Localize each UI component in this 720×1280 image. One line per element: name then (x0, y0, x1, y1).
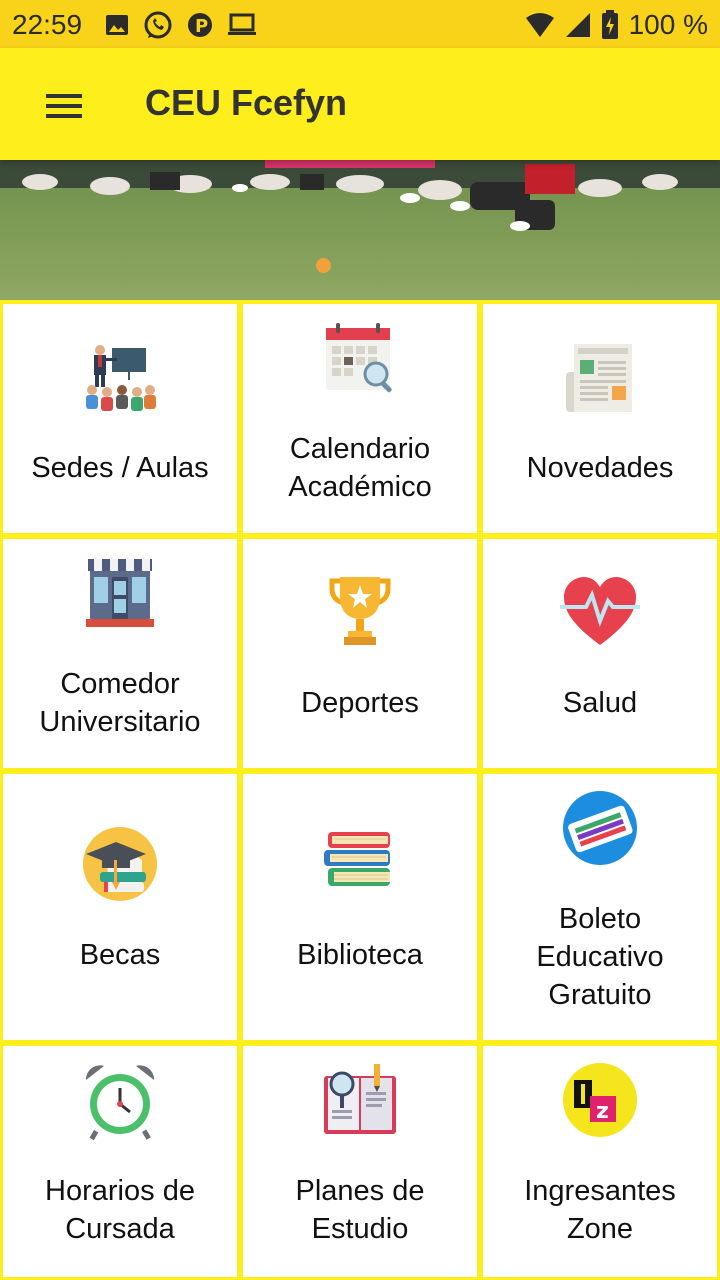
gallery-notification-icon (106, 15, 128, 35)
tile-comedor-universitario[interactable]: Comedor Universitario (0, 536, 240, 771)
tile-label: Sedes / Aulas (31, 452, 209, 484)
tile-label: Deportes (301, 687, 419, 719)
menu-icon[interactable] (38, 86, 90, 126)
laptop-notification-icon (228, 13, 256, 35)
tile-label: Calendario Académico (288, 433, 432, 503)
menu-grid: Sedes / Aulas Calendario Académico Noved… (0, 301, 720, 1280)
tile-label: Salud (562, 687, 638, 719)
tile-label: Becas (79, 939, 161, 971)
whatsapp-notification-icon (144, 11, 172, 39)
tile-horarios-de-cursada[interactable]: Horarios de Cursada (0, 1043, 240, 1280)
tile-calendario-academico[interactable]: Calendario Académico (240, 301, 480, 536)
wifi-icon (525, 13, 554, 37)
svg-text:P: P (195, 16, 208, 37)
tile-deportes[interactable]: Deportes (240, 536, 480, 771)
alarm-clock-icon (85, 1065, 155, 1141)
iz-logo-icon: z (563, 1063, 637, 1137)
tile-salud[interactable]: Salud (480, 536, 720, 771)
books-icon (324, 832, 390, 886)
study-plan-icon (324, 1064, 396, 1134)
calendar-icon (326, 323, 392, 393)
tile-planes-de-estudio[interactable]: Planes de Estudio (240, 1043, 480, 1280)
tile-becas[interactable]: Becas (0, 771, 240, 1043)
tile-label: Horarios de Cursada (45, 1175, 195, 1245)
tile-label: Comedor Universitario (39, 668, 201, 738)
status-bar: 22:59 P 100 % (0, 0, 720, 48)
tile-ingresantes-zone[interactable]: z Ingresantes Zone (480, 1043, 720, 1280)
tile-label: Biblioteca (297, 939, 423, 971)
status-time: 22:59 (12, 9, 83, 40)
ticket-card-icon (563, 791, 637, 865)
tile-label: Planes de Estudio (295, 1175, 425, 1245)
battery-icon (601, 10, 618, 39)
tile-biblioteca[interactable]: Biblioteca (240, 771, 480, 1043)
tile-boleto-educativo-gratuito[interactable]: Boleto Educativo Gratuito (480, 771, 720, 1043)
status-right: 100 % (525, 9, 708, 41)
tile-label: Boleto Educativo Gratuito (536, 903, 664, 1011)
battery-level: 100 % (628, 9, 708, 40)
storefront-icon (86, 559, 154, 627)
heart-icon (560, 577, 640, 645)
parking-notification-icon: P (188, 13, 212, 37)
banner-photo (0, 160, 720, 300)
classroom-icon (86, 345, 156, 411)
trophy-icon (329, 577, 391, 645)
signal-icon (565, 13, 590, 37)
svg-text:z: z (596, 1099, 609, 1124)
tile-sedes-aulas[interactable]: Sedes / Aulas (0, 301, 240, 536)
notification-icons: P (105, 10, 257, 40)
newspaper-icon (566, 344, 632, 412)
tile-label: Novedades (526, 452, 674, 484)
carousel-page-indicator[interactable] (316, 258, 331, 273)
banner-carousel[interactable] (0, 160, 720, 300)
tile-novedades[interactable]: Novedades (480, 301, 720, 536)
app-title: CEU Fcefyn (145, 82, 348, 123)
tile-label: Ingresantes Zone (524, 1175, 676, 1245)
app-bar: CEU Fcefyn (0, 48, 720, 160)
graduation-cap-icon (83, 827, 157, 901)
